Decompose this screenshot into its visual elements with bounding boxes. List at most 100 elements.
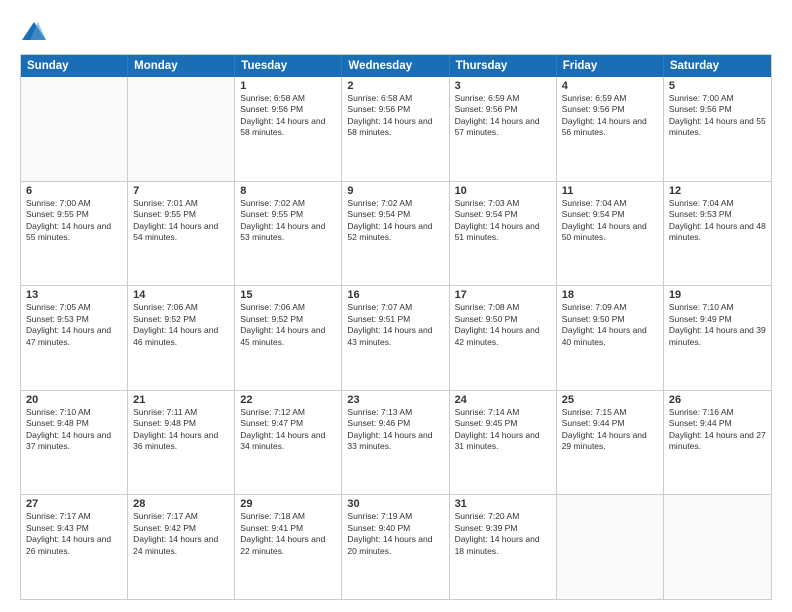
day-info: Sunrise: 7:10 AM Sunset: 9:48 PM Dayligh…	[26, 407, 122, 453]
calendar-body: 1Sunrise: 6:58 AM Sunset: 9:56 PM Daylig…	[21, 77, 771, 599]
calendar-cell: 12Sunrise: 7:04 AM Sunset: 9:53 PM Dayli…	[664, 182, 771, 286]
calendar-cell	[557, 495, 664, 599]
calendar-cell: 15Sunrise: 7:06 AM Sunset: 9:52 PM Dayli…	[235, 286, 342, 390]
calendar-cell: 27Sunrise: 7:17 AM Sunset: 9:43 PM Dayli…	[21, 495, 128, 599]
calendar-cell: 3Sunrise: 6:59 AM Sunset: 9:56 PM Daylig…	[450, 77, 557, 181]
day-number: 9	[347, 185, 443, 197]
day-number: 14	[133, 289, 229, 301]
day-number: 22	[240, 394, 336, 406]
day-number: 28	[133, 498, 229, 510]
day-number: 24	[455, 394, 551, 406]
calendar-cell: 21Sunrise: 7:11 AM Sunset: 9:48 PM Dayli…	[128, 391, 235, 495]
calendar: SundayMondayTuesdayWednesdayThursdayFrid…	[20, 54, 772, 600]
day-number: 29	[240, 498, 336, 510]
day-number: 13	[26, 289, 122, 301]
day-number: 25	[562, 394, 658, 406]
calendar-cell: 28Sunrise: 7:17 AM Sunset: 9:42 PM Dayli…	[128, 495, 235, 599]
calendar-header: SundayMondayTuesdayWednesdayThursdayFrid…	[21, 55, 771, 77]
header-day: Saturday	[664, 55, 771, 77]
day-info: Sunrise: 7:06 AM Sunset: 9:52 PM Dayligh…	[240, 302, 336, 348]
day-info: Sunrise: 7:20 AM Sunset: 9:39 PM Dayligh…	[455, 511, 551, 557]
header-day: Sunday	[21, 55, 128, 77]
calendar-cell: 14Sunrise: 7:06 AM Sunset: 9:52 PM Dayli…	[128, 286, 235, 390]
calendar-cell: 11Sunrise: 7:04 AM Sunset: 9:54 PM Dayli…	[557, 182, 664, 286]
day-info: Sunrise: 6:59 AM Sunset: 9:56 PM Dayligh…	[455, 93, 551, 139]
calendar-cell: 26Sunrise: 7:16 AM Sunset: 9:44 PM Dayli…	[664, 391, 771, 495]
page: SundayMondayTuesdayWednesdayThursdayFrid…	[0, 0, 792, 612]
day-info: Sunrise: 7:07 AM Sunset: 9:51 PM Dayligh…	[347, 302, 443, 348]
header-day: Tuesday	[235, 55, 342, 77]
day-info: Sunrise: 7:04 AM Sunset: 9:53 PM Dayligh…	[669, 198, 766, 244]
calendar-cell: 16Sunrise: 7:07 AM Sunset: 9:51 PM Dayli…	[342, 286, 449, 390]
calendar-cell: 1Sunrise: 6:58 AM Sunset: 9:56 PM Daylig…	[235, 77, 342, 181]
calendar-cell: 6Sunrise: 7:00 AM Sunset: 9:55 PM Daylig…	[21, 182, 128, 286]
calendar-cell: 7Sunrise: 7:01 AM Sunset: 9:55 PM Daylig…	[128, 182, 235, 286]
day-info: Sunrise: 7:13 AM Sunset: 9:46 PM Dayligh…	[347, 407, 443, 453]
calendar-cell: 5Sunrise: 7:00 AM Sunset: 9:56 PM Daylig…	[664, 77, 771, 181]
day-number: 30	[347, 498, 443, 510]
day-number: 17	[455, 289, 551, 301]
day-info: Sunrise: 7:15 AM Sunset: 9:44 PM Dayligh…	[562, 407, 658, 453]
day-number: 27	[26, 498, 122, 510]
calendar-cell: 4Sunrise: 6:59 AM Sunset: 9:56 PM Daylig…	[557, 77, 664, 181]
day-number: 6	[26, 185, 122, 197]
calendar-cell: 29Sunrise: 7:18 AM Sunset: 9:41 PM Dayli…	[235, 495, 342, 599]
day-number: 19	[669, 289, 766, 301]
day-info: Sunrise: 6:59 AM Sunset: 9:56 PM Dayligh…	[562, 93, 658, 139]
day-info: Sunrise: 7:06 AM Sunset: 9:52 PM Dayligh…	[133, 302, 229, 348]
calendar-row: 6Sunrise: 7:00 AM Sunset: 9:55 PM Daylig…	[21, 181, 771, 286]
header-day: Monday	[128, 55, 235, 77]
calendar-cell	[664, 495, 771, 599]
day-number: 15	[240, 289, 336, 301]
calendar-cell: 24Sunrise: 7:14 AM Sunset: 9:45 PM Dayli…	[450, 391, 557, 495]
day-number: 11	[562, 185, 658, 197]
day-info: Sunrise: 7:17 AM Sunset: 9:42 PM Dayligh…	[133, 511, 229, 557]
day-info: Sunrise: 7:09 AM Sunset: 9:50 PM Dayligh…	[562, 302, 658, 348]
day-info: Sunrise: 7:12 AM Sunset: 9:47 PM Dayligh…	[240, 407, 336, 453]
day-info: Sunrise: 7:16 AM Sunset: 9:44 PM Dayligh…	[669, 407, 766, 453]
day-info: Sunrise: 7:04 AM Sunset: 9:54 PM Dayligh…	[562, 198, 658, 244]
day-number: 21	[133, 394, 229, 406]
day-info: Sunrise: 7:10 AM Sunset: 9:49 PM Dayligh…	[669, 302, 766, 348]
day-info: Sunrise: 6:58 AM Sunset: 9:56 PM Dayligh…	[347, 93, 443, 139]
calendar-row: 13Sunrise: 7:05 AM Sunset: 9:53 PM Dayli…	[21, 285, 771, 390]
header-day: Friday	[557, 55, 664, 77]
day-number: 8	[240, 185, 336, 197]
header-day: Wednesday	[342, 55, 449, 77]
header-day: Thursday	[450, 55, 557, 77]
day-number: 20	[26, 394, 122, 406]
day-info: Sunrise: 7:14 AM Sunset: 9:45 PM Dayligh…	[455, 407, 551, 453]
logo	[20, 18, 51, 46]
day-number: 10	[455, 185, 551, 197]
day-info: Sunrise: 7:00 AM Sunset: 9:55 PM Dayligh…	[26, 198, 122, 244]
day-number: 16	[347, 289, 443, 301]
calendar-row: 27Sunrise: 7:17 AM Sunset: 9:43 PM Dayli…	[21, 494, 771, 599]
calendar-cell: 8Sunrise: 7:02 AM Sunset: 9:55 PM Daylig…	[235, 182, 342, 286]
calendar-cell: 17Sunrise: 7:08 AM Sunset: 9:50 PM Dayli…	[450, 286, 557, 390]
day-info: Sunrise: 7:08 AM Sunset: 9:50 PM Dayligh…	[455, 302, 551, 348]
calendar-cell: 20Sunrise: 7:10 AM Sunset: 9:48 PM Dayli…	[21, 391, 128, 495]
day-info: Sunrise: 7:02 AM Sunset: 9:55 PM Dayligh…	[240, 198, 336, 244]
day-number: 31	[455, 498, 551, 510]
day-number: 5	[669, 80, 766, 92]
day-info: Sunrise: 6:58 AM Sunset: 9:56 PM Dayligh…	[240, 93, 336, 139]
day-info: Sunrise: 7:11 AM Sunset: 9:48 PM Dayligh…	[133, 407, 229, 453]
calendar-cell	[128, 77, 235, 181]
day-info: Sunrise: 7:05 AM Sunset: 9:53 PM Dayligh…	[26, 302, 122, 348]
calendar-cell: 10Sunrise: 7:03 AM Sunset: 9:54 PM Dayli…	[450, 182, 557, 286]
day-info: Sunrise: 7:18 AM Sunset: 9:41 PM Dayligh…	[240, 511, 336, 557]
calendar-cell	[21, 77, 128, 181]
day-number: 23	[347, 394, 443, 406]
calendar-row: 1Sunrise: 6:58 AM Sunset: 9:56 PM Daylig…	[21, 77, 771, 181]
calendar-cell: 13Sunrise: 7:05 AM Sunset: 9:53 PM Dayli…	[21, 286, 128, 390]
day-number: 2	[347, 80, 443, 92]
calendar-cell: 23Sunrise: 7:13 AM Sunset: 9:46 PM Dayli…	[342, 391, 449, 495]
day-number: 3	[455, 80, 551, 92]
calendar-cell: 18Sunrise: 7:09 AM Sunset: 9:50 PM Dayli…	[557, 286, 664, 390]
calendar-cell: 22Sunrise: 7:12 AM Sunset: 9:47 PM Dayli…	[235, 391, 342, 495]
day-info: Sunrise: 7:03 AM Sunset: 9:54 PM Dayligh…	[455, 198, 551, 244]
day-number: 12	[669, 185, 766, 197]
calendar-cell: 25Sunrise: 7:15 AM Sunset: 9:44 PM Dayli…	[557, 391, 664, 495]
calendar-row: 20Sunrise: 7:10 AM Sunset: 9:48 PM Dayli…	[21, 390, 771, 495]
logo-icon	[20, 18, 48, 46]
